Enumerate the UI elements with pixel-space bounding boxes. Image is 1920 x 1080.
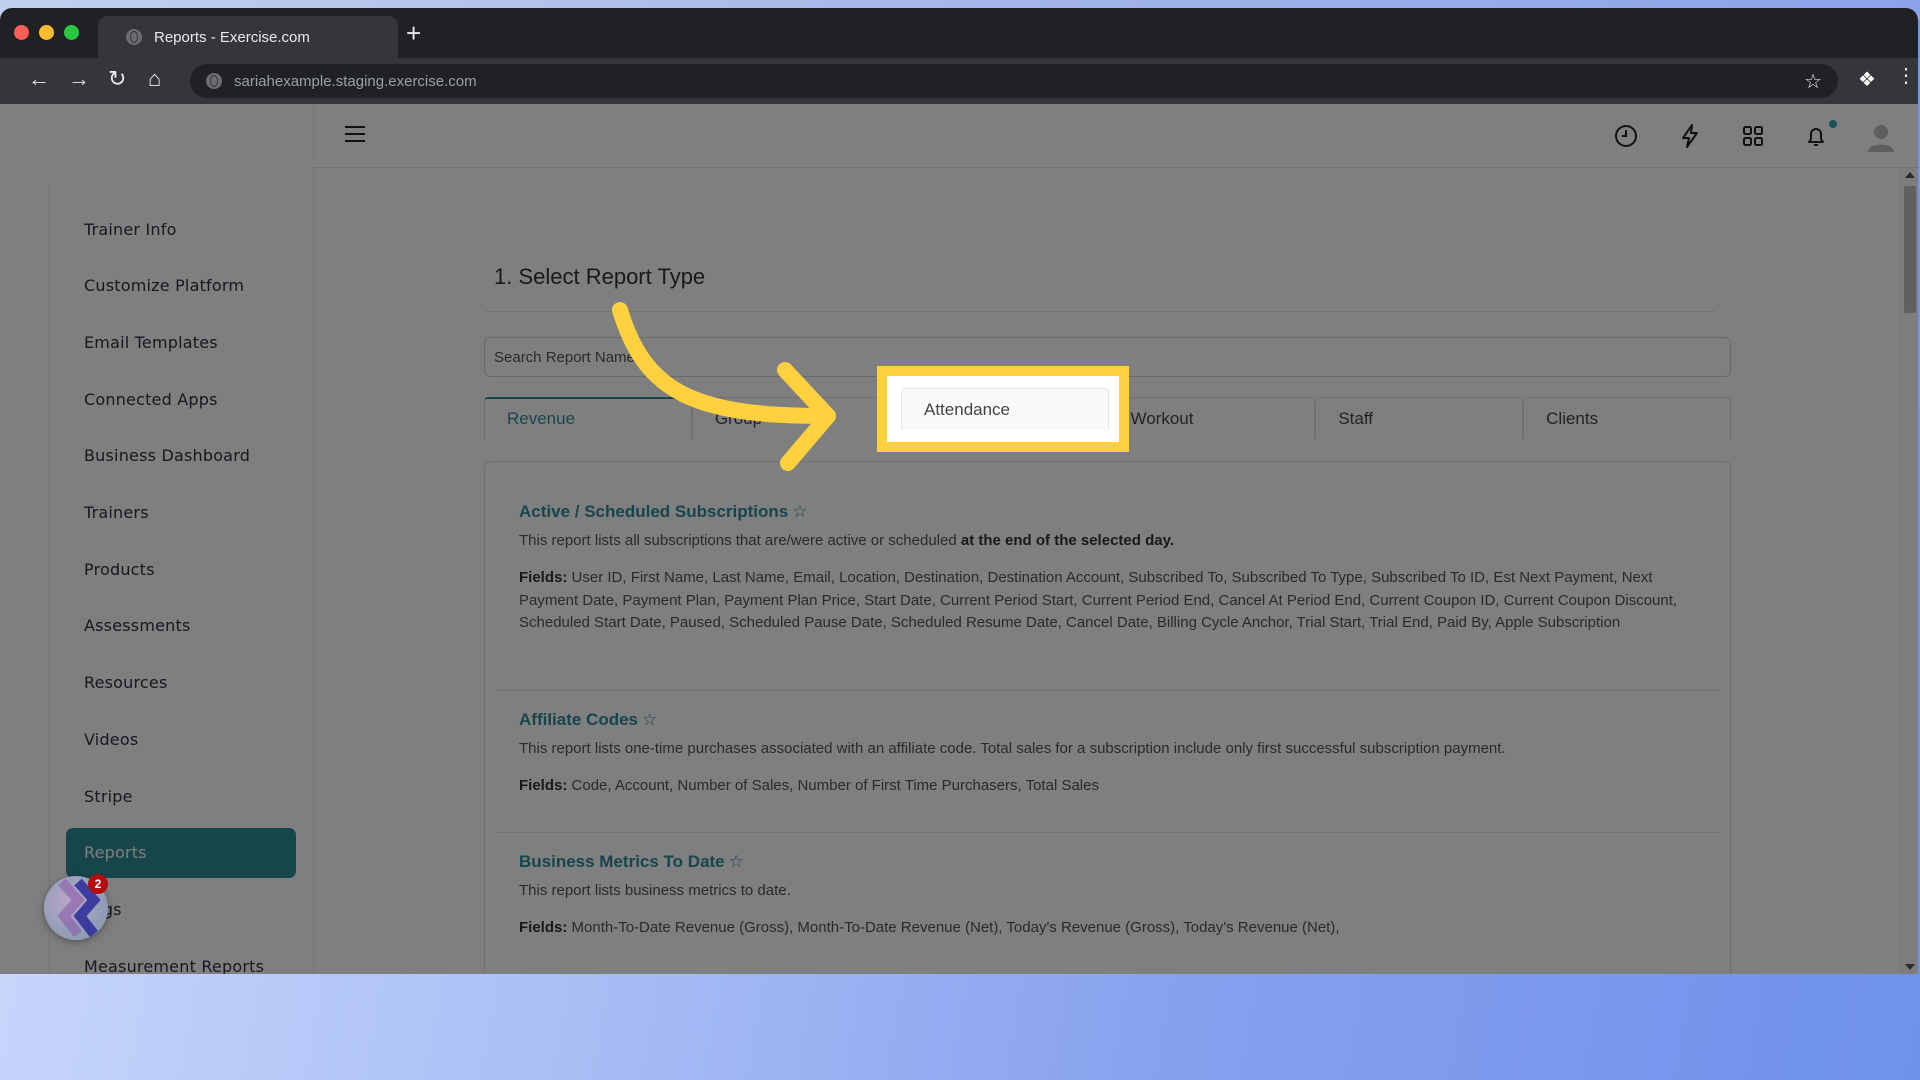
sidebar-item-label: Email Templates: [84, 332, 218, 352]
browser-menu-icon[interactable]: ⋮: [1896, 66, 1916, 86]
page-scrollbar[interactable]: [1900, 168, 1918, 974]
user-avatar-icon[interactable]: [1866, 122, 1896, 154]
bell-icon[interactable]: [1802, 122, 1830, 150]
reload-icon[interactable]: ↻: [108, 66, 126, 92]
extensions-puzzle-icon[interactable]: ❖: [1858, 67, 1876, 92]
report-fields: Fields: Code, Account, Number of Sales, …: [519, 775, 1699, 798]
sidebar-item-label: Reports: [84, 843, 147, 863]
report-description-text: This report lists all subscriptions that…: [519, 532, 957, 549]
divider: [497, 690, 1719, 691]
sidebar-item-email-templates[interactable]: Email Templates: [66, 317, 296, 367]
browser-tab-bar: Reports - Exercise.com +: [0, 8, 1918, 58]
home-icon[interactable]: ⌂: [148, 66, 161, 92]
sidebar-item-label: Stripe: [84, 786, 133, 806]
fields-list: Code, Account, Number of Sales, Number o…: [571, 777, 1099, 794]
report-item: Affiliate Codes ☆ This report lists one-ti…: [519, 710, 1699, 798]
report-description-emphasis: at the end of the selected day.: [960, 532, 1174, 549]
url-text: sariahexample.staging.exercise.com: [234, 72, 477, 90]
favorite-star-icon[interactable]: ☆: [642, 710, 657, 729]
address-bar[interactable]: sariahexample.staging.exercise.com ☆: [190, 64, 1838, 98]
report-item: Business Metrics To Date ☆ This report lis…: [519, 852, 1699, 940]
sidebar-item-connected-apps[interactable]: Connected Apps: [66, 374, 296, 424]
report-list-panel: Active / Scheduled Subscriptions ☆ This re…: [484, 461, 1731, 974]
report-description: This report lists all subscriptions that…: [519, 532, 1699, 549]
scroll-down-arrow-icon[interactable]: [1905, 964, 1915, 970]
tab-staff[interactable]: Staff: [1315, 397, 1524, 439]
section-title: 1. Select Report Type: [494, 264, 706, 289]
sidebar-item-label: Trainer Info: [84, 219, 177, 239]
sidebar-item-videos[interactable]: Videos: [66, 714, 296, 764]
app: Trainer Info Customize Platform Email Temp…: [0, 104, 1918, 974]
sidebar-item-assessments[interactable]: Assessments: [66, 601, 296, 651]
fields-list: Month-To-Date Revenue (Gross), Month-To-…: [571, 919, 1340, 936]
browser-tab[interactable]: Reports - Exercise.com: [98, 16, 398, 58]
site-info-icon[interactable]: [206, 73, 222, 89]
hamburger-menu-icon[interactable]: [345, 126, 365, 142]
fields-label: Fields:: [519, 777, 568, 794]
main-content: 1. Select Report Type RevenueGroupAttend…: [315, 168, 1900, 974]
attendance-tab-highlight: Attendance: [877, 366, 1129, 452]
sidebar-item-label: Assessments: [84, 616, 191, 636]
sidebar-item-label: Resources: [84, 673, 168, 693]
helper-notification-badge: 2: [88, 874, 108, 894]
tab-clients[interactable]: Clients: [1523, 397, 1731, 439]
fields-label: Fields:: [519, 569, 568, 586]
back-arrow-icon[interactable]: ←: [28, 66, 50, 92]
report-title-link[interactable]: Active / Scheduled Subscriptions: [519, 502, 788, 521]
browser-toolbar: ← → ↻ ⌂ sariahexample.staging.exercise.c…: [0, 58, 1918, 104]
report-description-text: This report lists one-time purchases ass…: [519, 740, 1506, 757]
notification-dot: [1829, 120, 1837, 128]
report-item: Active / Scheduled Subscriptions ☆ This re…: [519, 502, 1699, 635]
fields-list: User ID, First Name, Last Name, Email, L…: [519, 569, 1678, 631]
sidebar-item-trainers[interactable]: Trainers: [66, 488, 296, 538]
sidebar-item-resources[interactable]: Resources: [66, 658, 296, 708]
browser-tab-title: Reports - Exercise.com: [154, 28, 310, 46]
sidebar-item-measurement-reports[interactable]: Measurement Reports: [66, 941, 296, 974]
sidebar-item-label: Connected Apps: [84, 389, 218, 409]
sidebar-item-label: Videos: [84, 729, 139, 749]
annotation-arrow-icon: [612, 302, 836, 471]
scrollbar-thumb[interactable]: [1904, 186, 1916, 313]
sidebar-item-stripe[interactable]: Stripe: [66, 771, 296, 821]
apps-grid-icon[interactable]: [1739, 122, 1767, 150]
sidebar-item-trainer-info[interactable]: Trainer Info: [66, 204, 296, 254]
bookmark-star-icon[interactable]: ☆: [1804, 69, 1822, 94]
sidebar-item-label: Measurement Reports: [84, 956, 265, 974]
report-description: This report lists business metrics to da…: [519, 882, 1699, 899]
tab-attendance-highlighted[interactable]: Attendance: [901, 388, 1109, 430]
sidebar-nav: Trainer Info Customize Platform Email Temp…: [49, 184, 314, 974]
close-window-button[interactable]: [14, 25, 29, 40]
favorite-star-icon[interactable]: ☆: [729, 852, 744, 871]
report-fields: Fields: Month-To-Date Revenue (Gross), M…: [519, 917, 1699, 940]
globe-icon: [126, 29, 142, 45]
scroll-up-arrow-icon[interactable]: [1905, 172, 1915, 178]
sidebar-item-label: Trainers: [84, 503, 149, 522]
sidebar-item-products[interactable]: Products: [66, 544, 296, 594]
new-tab-button[interactable]: +: [406, 20, 421, 46]
report-title-link[interactable]: Affiliate Codes: [519, 710, 638, 729]
sidebar-item-label: Customize Platform: [84, 276, 245, 296]
fields-label: Fields:: [519, 919, 568, 936]
lightning-icon[interactable]: [1676, 122, 1704, 150]
forward-arrow-icon[interactable]: →: [68, 66, 90, 92]
divider: [497, 832, 1719, 833]
sidebar-item-business-dashboard[interactable]: Business Dashboard: [66, 431, 296, 481]
history-icon[interactable]: [1612, 122, 1640, 150]
sidebar-item-label: Business Dashboard: [84, 446, 251, 466]
tab-workout[interactable]: Workout: [1107, 397, 1316, 439]
sidebar-item-label: Products: [84, 559, 155, 579]
favorite-star-icon[interactable]: ☆: [792, 502, 807, 521]
sidebar: Trainer Info Customize Platform Email Temp…: [0, 104, 314, 974]
maximize-window-button[interactable]: [64, 25, 79, 40]
minimize-window-button[interactable]: [39, 25, 54, 40]
browser-window: Reports - Exercise.com + ← → ↻ ⌂ sariahe…: [0, 8, 1918, 974]
report-description: This report lists one-time purchases ass…: [519, 740, 1699, 757]
sidebar-item-customize-platform[interactable]: Customize Platform: [66, 261, 296, 311]
sidebar-item-reports[interactable]: Reports: [66, 827, 296, 878]
report-description-text: This report lists business metrics to da…: [519, 882, 791, 899]
report-fields: Fields: User ID, First Name, Last Name, …: [519, 567, 1699, 635]
report-title-link[interactable]: Business Metrics To Date: [519, 852, 725, 871]
